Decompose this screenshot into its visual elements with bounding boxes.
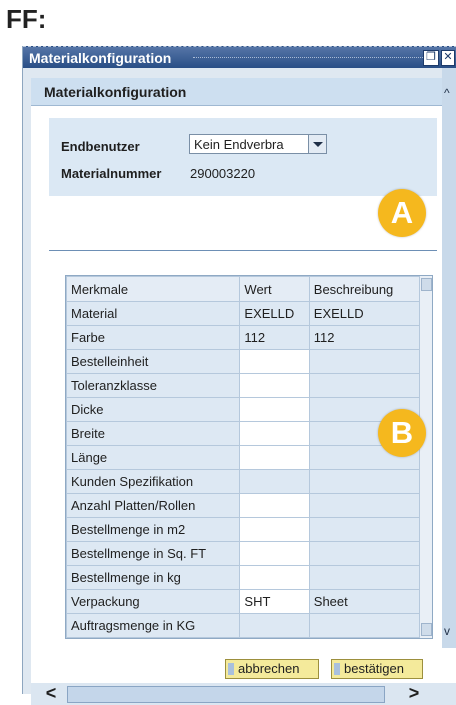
cell-beschreibung (308, 565, 422, 590)
titlebar-divider (193, 57, 425, 58)
table-row: Auftragsmenge in KG (65, 613, 422, 638)
panel-title: Materialkonfiguration (44, 84, 187, 100)
scroll-right-icon[interactable]: > (404, 684, 424, 703)
page-label: FF: (6, 4, 47, 34)
cell-wert[interactable] (239, 349, 310, 374)
scroll-up-icon[interactable] (421, 278, 432, 291)
column-header-merkmale[interactable]: Merkmale (65, 276, 241, 302)
cell-merkmal: Anzahl Platten/Rollen (65, 493, 241, 518)
materialnummer-label: Materialnummer (61, 166, 162, 181)
table-row: Bestellmenge in kg (65, 565, 422, 590)
scroll-track[interactable] (67, 686, 385, 703)
cell-wert[interactable] (239, 445, 310, 470)
cell-merkmal: Bestellmenge in m2 (65, 517, 241, 542)
cell-merkmal: Bestellmenge in Sq. FT (65, 541, 241, 566)
cell-beschreibung: EXELLD (308, 301, 422, 326)
table-row: Kunden Spezifikation (65, 469, 422, 494)
column-header-wert[interactable]: Wert (239, 276, 310, 302)
callout-badge-b: B (378, 409, 426, 457)
cell-wert[interactable] (239, 517, 310, 542)
cell-beschreibung (308, 541, 422, 566)
endbenutzer-label: Endbenutzer (61, 139, 140, 154)
config-panel: Materialkonfiguration Endbenutzer Kein E… (31, 78, 456, 684)
panel-header: Materialkonfiguration (31, 78, 456, 106)
window-titlebar[interactable]: Materialkonfiguration ❐ ✕ (23, 46, 456, 68)
scroll-down-icon[interactable] (421, 623, 432, 636)
cell-merkmal: Breite (65, 421, 241, 446)
cell-merkmal: Bestelleinheit (65, 349, 241, 374)
cell-beschreibung (308, 517, 422, 542)
cell-merkmal: Kunden Spezifikation (65, 469, 241, 494)
cell-wert[interactable] (239, 541, 310, 566)
cell-merkmal: Dicke (65, 397, 241, 422)
cell-merkmal: Länge (65, 445, 241, 470)
table-row: Bestellmenge in Sq. FT (65, 541, 422, 566)
cell-wert[interactable] (239, 493, 310, 518)
table-row: Bestelleinheit (65, 349, 422, 374)
cell-wert: 112 (239, 325, 310, 350)
endbenutzer-dropdown[interactable]: Kein Endverbra (189, 134, 327, 154)
close-window-icon[interactable]: ✕ (441, 50, 455, 66)
cell-wert[interactable] (239, 421, 310, 446)
horizontal-scrollbar[interactable]: < > (31, 683, 456, 705)
materialnummer-value: 290003220 (190, 166, 256, 181)
outer-vertical-scrollbar[interactable]: ^ v (442, 68, 456, 648)
table-row: Länge (65, 445, 422, 470)
table-vertical-scrollbar[interactable] (419, 276, 432, 638)
cell-wert: EXELLD (239, 301, 310, 326)
cell-merkmal: Material (65, 301, 241, 326)
table-row: Material EXELLD EXELLD (65, 301, 422, 326)
scroll-left-icon[interactable]: < (41, 684, 61, 703)
cell-wert (239, 469, 310, 494)
table-row: Dicke (65, 397, 422, 422)
material-config-window: Materialkonfiguration ❐ ✕ Materialkonfig… (22, 46, 456, 705)
cell-merkmal: Farbe (65, 325, 241, 350)
section-divider (49, 250, 437, 251)
chevron-down-icon[interactable] (308, 135, 326, 153)
callout-badge-a: A (378, 189, 426, 237)
cell-beschreibung (308, 613, 422, 638)
cell-merkmal: Bestellmenge in kg (65, 565, 241, 590)
table-row: Bestellmenge in m2 (65, 517, 422, 542)
cell-wert[interactable] (239, 397, 310, 422)
characteristics-table: Merkmale Wert Beschreibung Material EXELL… (65, 275, 433, 639)
cell-wert (239, 613, 310, 638)
table-header-row: Merkmale Wert Beschreibung (65, 276, 422, 302)
header-form: Endbenutzer Kein Endverbra Materialnumme… (49, 118, 437, 196)
confirm-button[interactable]: bestätigen (331, 659, 423, 679)
endbenutzer-selected-value: Kein Endverbra (194, 137, 284, 152)
cell-wert[interactable] (239, 565, 310, 590)
cell-merkmal: Auftragsmenge in KG (65, 613, 241, 638)
cell-beschreibung (308, 373, 422, 398)
table-row: Breite (65, 421, 422, 446)
cell-merkmal: Toleranzklasse (65, 373, 241, 398)
outer-scroll-down-icon[interactable]: v (444, 624, 450, 638)
cell-merkmal: Verpackung (65, 589, 241, 614)
outer-scroll-up-icon[interactable]: ^ (444, 86, 450, 100)
restore-window-icon[interactable]: ❐ (423, 50, 439, 66)
window-title: Materialkonfiguration (29, 50, 172, 66)
cell-wert[interactable] (239, 373, 310, 398)
cell-wert[interactable]: SHT (239, 589, 310, 614)
table-row: Anzahl Platten/Rollen (65, 493, 422, 518)
cell-beschreibung: 112 (308, 325, 422, 350)
table-row: Verpackung SHT Sheet (65, 589, 422, 614)
column-header-beschreibung[interactable]: Beschreibung (308, 276, 422, 302)
cancel-button[interactable]: abbrechen (225, 659, 319, 679)
cell-beschreibung (308, 349, 422, 374)
cell-beschreibung (308, 469, 422, 494)
table-row: Farbe 112 112 (65, 325, 422, 350)
cell-beschreibung (308, 493, 422, 518)
cell-beschreibung: Sheet (308, 589, 422, 614)
table-row: Toleranzklasse (65, 373, 422, 398)
